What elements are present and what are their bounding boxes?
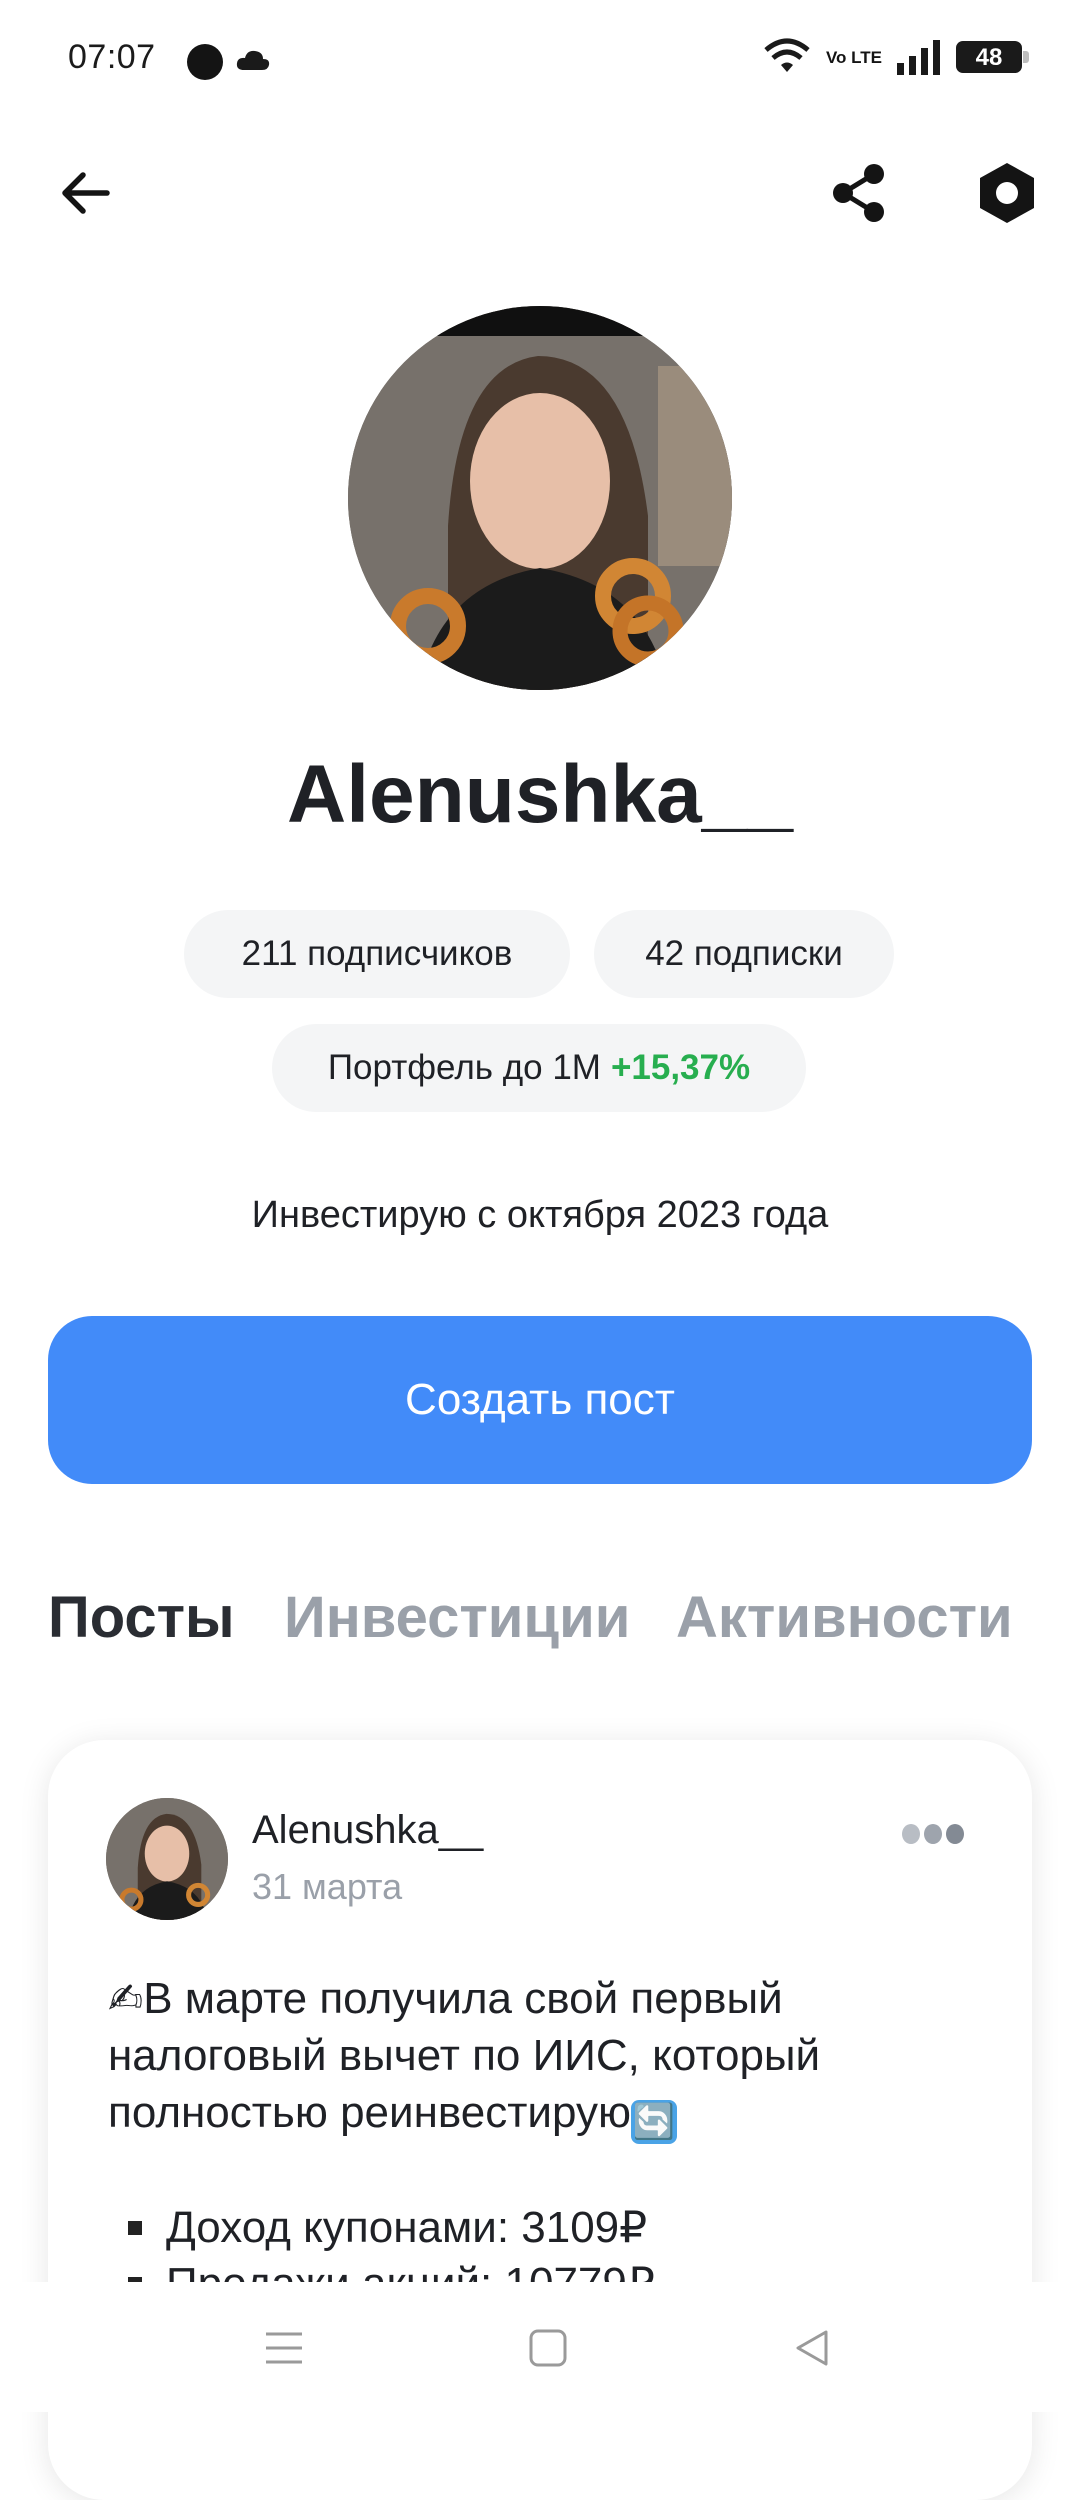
settings-button[interactable] [972, 158, 1042, 228]
tab-activities[interactable]: Активности [676, 1584, 1013, 1651]
battery-icon: 48 [956, 41, 1029, 73]
nav-recents-button[interactable] [262, 2326, 306, 2370]
list-item: Доход купонами: 3109₽ [128, 2200, 988, 2256]
writing-hand-emoji: ✍ [108, 1975, 144, 2022]
portfolio-label: Портфель до 1М [327, 1048, 601, 1087]
followers-pill[interactable]: 211 подписчиков [184, 910, 570, 998]
tab-investments[interactable]: Инвестиции [284, 1584, 630, 1651]
portfolio-gain: +15,37% [610, 1048, 751, 1087]
profile-username: Alenushka__ [287, 749, 793, 840]
cloud-icon [236, 48, 270, 77]
signal-icon [897, 40, 940, 75]
back-button[interactable] [50, 158, 120, 228]
portfolio-pill[interactable]: Портфель до 1М +15,37% [272, 1024, 806, 1112]
post-body: В марте получила свой первый налоговый в… [108, 1974, 821, 2137]
post-author-name[interactable]: Alenushka__ [252, 1808, 483, 1853]
share-icon [833, 164, 884, 222]
wifi-icon [764, 38, 810, 72]
post-author-avatar[interactable] [106, 1798, 228, 1920]
post-text: ✍В марте получила свой первый налоговый … [108, 1970, 988, 2144]
profile-bio: Инвестирую с октября 2023 года [251, 1194, 829, 1236]
home-square-icon [529, 2329, 567, 2367]
post-date: 31 марта [252, 1866, 403, 1907]
status-time: 07:07 [68, 38, 156, 76]
refresh-emoji: 🔄 [630, 2100, 677, 2144]
notification-dot-icon [187, 44, 223, 80]
arrow-left-icon [62, 172, 110, 214]
nav-back-button[interactable] [790, 2326, 834, 2370]
menu-lines-icon [266, 2332, 302, 2364]
create-post-label: Создать пост [405, 1375, 675, 1424]
followers-count: 211 подписчиков [241, 934, 513, 973]
settings-hexagon-icon [980, 163, 1034, 223]
create-post-button[interactable]: Создать пост [48, 1316, 1032, 1484]
bullet-icon [128, 2221, 142, 2235]
volte-label: Vo LTE [825, 47, 882, 67]
status-indicators: Vo LTE 48 [762, 38, 1029, 76]
post-more-icon[interactable] [902, 1824, 964, 1844]
following-pill[interactable]: 42 подписки [594, 910, 894, 998]
share-button[interactable] [824, 158, 894, 228]
following-count: 42 подписки [645, 934, 843, 973]
nav-home-button[interactable] [526, 2326, 570, 2370]
back-triangle-icon [796, 2330, 828, 2366]
profile-avatar[interactable] [348, 306, 732, 690]
tab-posts[interactable]: Посты [48, 1584, 235, 1651]
